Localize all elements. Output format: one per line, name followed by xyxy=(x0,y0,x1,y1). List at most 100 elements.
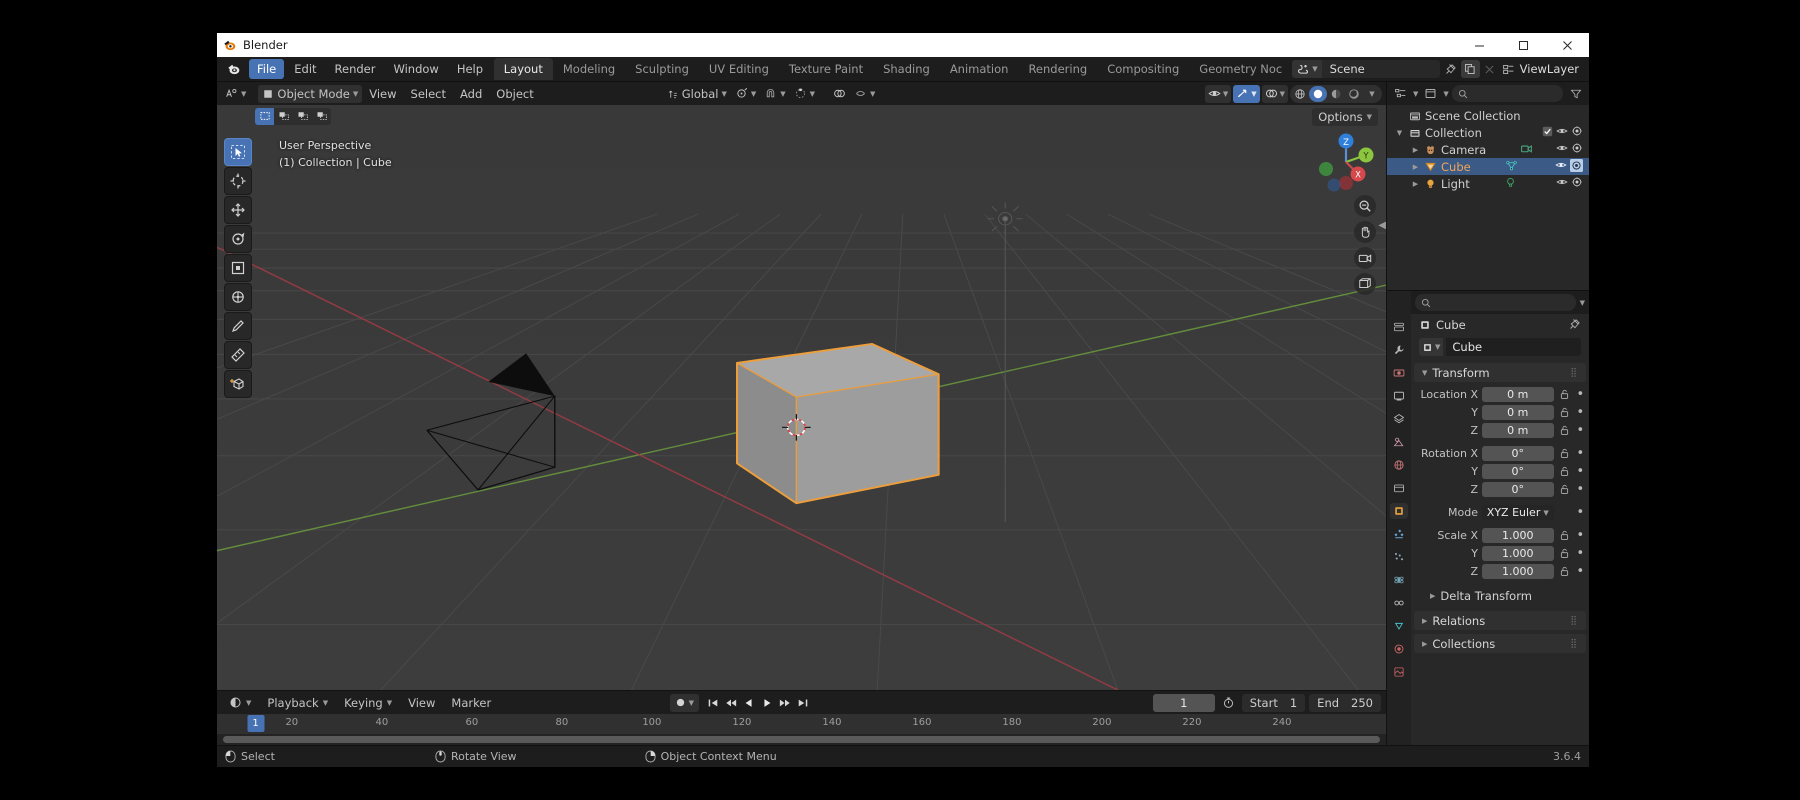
rotation-y-lock-icon[interactable] xyxy=(1558,466,1571,477)
camera-expander-icon[interactable]: ▶ xyxy=(1409,146,1422,154)
blender-logo-icon[interactable] xyxy=(217,62,248,76)
tab-object[interactable] xyxy=(1390,503,1408,519)
transform-panel-header[interactable]: ▼ Transform ⣿ xyxy=(1414,363,1586,382)
start-frame-field[interactable]: Start 1 xyxy=(1241,693,1306,712)
scale-z-lock-icon[interactable] xyxy=(1558,566,1571,577)
tab-tool[interactable] xyxy=(1390,342,1408,358)
scene-new-icon[interactable] xyxy=(1460,60,1480,78)
location-y-field[interactable]: 0 m xyxy=(1482,405,1554,420)
scene-remove-icon[interactable] xyxy=(1480,60,1499,78)
scale-y-animate-icon[interactable]: • xyxy=(1575,546,1586,561)
collections-panel-header[interactable]: ▶ Collections ⣿ xyxy=(1414,634,1586,653)
outliner-row-light[interactable]: ▶ Light xyxy=(1387,175,1589,192)
play-button[interactable] xyxy=(759,694,776,712)
workspace-tab-compositing[interactable]: Compositing xyxy=(1097,58,1189,80)
workspace-tab-sculpting[interactable]: Sculpting xyxy=(625,58,699,80)
outliner-row-scene-collection[interactable]: Scene Collection xyxy=(1387,107,1589,124)
outliner-row-collection[interactable]: ▼ Collection xyxy=(1387,124,1589,141)
rotation-z-animate-icon[interactable]: • xyxy=(1575,482,1586,497)
location-x-lock-icon[interactable] xyxy=(1558,389,1571,400)
outliner-search-input[interactable] xyxy=(1451,85,1563,102)
transform-panel-grip[interactable]: ⣿ xyxy=(1570,368,1578,378)
rotation-x-lock-icon[interactable] xyxy=(1558,448,1571,459)
menu-edit[interactable]: Edit xyxy=(286,59,324,79)
properties-options-chevron-icon[interactable]: ▼ xyxy=(1580,299,1585,307)
timeline-menu-view[interactable]: View xyxy=(401,696,442,710)
scale-y-lock-icon[interactable] xyxy=(1558,548,1571,559)
cube-expander-icon[interactable]: ▶ xyxy=(1409,163,1422,171)
object-name-field[interactable]: Cube xyxy=(1446,338,1581,356)
tool-add-cube[interactable] xyxy=(224,370,252,398)
rotation-mode-animate-icon[interactable]: • xyxy=(1575,505,1586,520)
camera-render-icon[interactable] xyxy=(1571,142,1583,157)
workspace-tab-animation[interactable]: Animation xyxy=(940,58,1019,80)
viewport-menu-select[interactable]: Select xyxy=(404,87,453,101)
location-y-animate-icon[interactable]: • xyxy=(1575,405,1586,420)
play-reverse-button[interactable] xyxy=(741,694,758,712)
collection-eye-icon[interactable] xyxy=(1556,125,1568,140)
scene-browse-icon[interactable]: ▼ xyxy=(1292,60,1322,78)
timeline-scrollbar-thumb[interactable] xyxy=(223,736,1380,743)
light-expander-icon[interactable]: ▶ xyxy=(1409,180,1422,188)
tool-annotate[interactable] xyxy=(224,312,252,340)
end-frame-field[interactable]: End 250 xyxy=(1309,693,1381,712)
proportional-edit-button[interactable]: ▼ xyxy=(790,85,819,103)
tab-physics[interactable] xyxy=(1390,572,1408,588)
collection-camera-icon[interactable] xyxy=(1571,125,1583,140)
transform-orientation-selector[interactable]: Global ▼ xyxy=(663,85,731,103)
tab-scene[interactable] xyxy=(1390,434,1408,450)
snap-magnet-button[interactable]: ▼ xyxy=(760,85,789,103)
collection-expander-icon[interactable]: ▼ xyxy=(1393,129,1406,137)
workspace-tab-texture-paint[interactable]: Texture Paint xyxy=(779,58,873,80)
options-button[interactable]: Options ▼ xyxy=(1312,108,1378,126)
tab-collection[interactable] xyxy=(1390,480,1408,496)
cube-eye-icon[interactable] xyxy=(1555,159,1567,174)
scale-z-animate-icon[interactable]: • xyxy=(1575,564,1586,579)
shading-material-button[interactable] xyxy=(1327,86,1345,102)
select-difference-button[interactable] xyxy=(312,108,331,125)
auto-keying-toggle[interactable]: ▼ xyxy=(669,693,699,712)
viewlayer-icon[interactable] xyxy=(1499,60,1518,78)
workspace-tab-modeling[interactable]: Modeling xyxy=(553,58,625,80)
outliner-display-mode-icon[interactable] xyxy=(1421,85,1440,103)
scale-x-field[interactable]: 1.000 xyxy=(1482,528,1554,543)
shading-options-chevron[interactable]: ▼ xyxy=(1363,86,1381,102)
rotation-z-field[interactable]: 0° xyxy=(1482,482,1554,497)
timeline-menu-keying[interactable]: Keying ▼ xyxy=(337,696,399,710)
zoom-icon[interactable] xyxy=(1354,195,1376,217)
camera-view-icon[interactable] xyxy=(1354,247,1376,269)
object-type-icon[interactable]: ▼ xyxy=(1419,338,1444,356)
tab-object-data[interactable] xyxy=(1390,618,1408,634)
ortho-perspective-icon[interactable] xyxy=(1354,273,1376,295)
tab-render[interactable] xyxy=(1390,365,1408,381)
workspace-tab-rendering[interactable]: Rendering xyxy=(1018,58,1097,80)
rotation-y-field[interactable]: 0° xyxy=(1482,464,1554,479)
shading-wireframe-button[interactable] xyxy=(1291,86,1309,102)
use-preview-range-icon[interactable] xyxy=(1219,694,1238,712)
location-x-animate-icon[interactable]: • xyxy=(1575,387,1586,402)
tool-measure[interactable] xyxy=(224,341,252,369)
properties-search-input[interactable] xyxy=(1415,294,1576,311)
properties-pin-icon[interactable] xyxy=(1569,318,1581,333)
timeline-menu-marker[interactable]: Marker xyxy=(444,696,498,710)
outliner-filter-icon[interactable] xyxy=(1566,85,1585,103)
menu-render[interactable]: Render xyxy=(327,59,384,79)
scale-y-field[interactable]: 1.000 xyxy=(1482,546,1554,561)
tab-constraints[interactable] xyxy=(1390,595,1408,611)
rotation-mode-dropdown[interactable]: XYZ Euler ▼ xyxy=(1482,505,1554,520)
viewport-menu-add[interactable]: Add xyxy=(453,87,489,101)
shading-solid-button[interactable] xyxy=(1309,85,1327,102)
outliner-editor-type-icon[interactable] xyxy=(1391,85,1410,103)
snap-pivot-button[interactable]: ▼ xyxy=(731,85,760,103)
timeline-scrollbar[interactable] xyxy=(217,734,1386,745)
tool-cursor[interactable] xyxy=(224,167,252,195)
outliner-display-chevron-icon[interactable]: ▼ xyxy=(1443,90,1448,98)
menu-help[interactable]: Help xyxy=(449,59,491,79)
scale-x-lock-icon[interactable] xyxy=(1558,530,1571,541)
shading-rendered-button[interactable] xyxy=(1345,86,1363,102)
tool-transform[interactable] xyxy=(224,283,252,311)
collections-panel-grip[interactable]: ⣿ xyxy=(1570,639,1578,649)
mesh-data-icon[interactable] xyxy=(1505,159,1518,175)
location-x-field[interactable]: 0 m xyxy=(1482,387,1554,402)
rotation-x-animate-icon[interactable]: • xyxy=(1575,446,1586,461)
